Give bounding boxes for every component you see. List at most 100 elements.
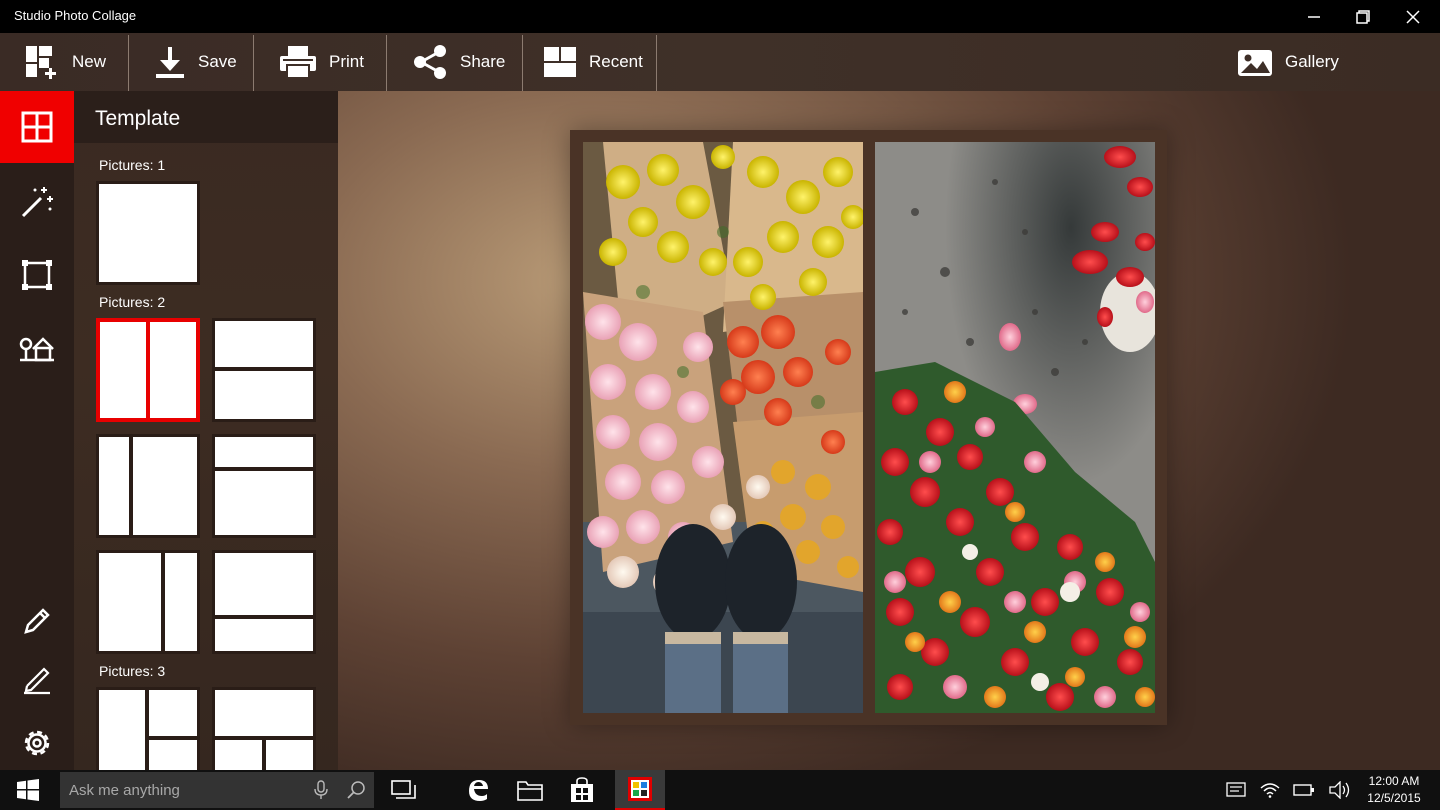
rail-frame-button[interactable]	[0, 239, 74, 311]
edge-browser-icon	[469, 780, 488, 801]
start-button[interactable]	[0, 770, 56, 810]
wifi-button[interactable]	[1256, 770, 1284, 810]
taskbar: 12:00 AM 12/5/2015	[0, 770, 1440, 810]
pencil-icon	[24, 608, 50, 634]
close-icon	[1406, 9, 1420, 24]
group-label-pictures-1: Pictures: 1	[99, 157, 166, 173]
template-cell	[100, 322, 146, 418]
action-center-button[interactable]	[1222, 770, 1250, 810]
collage-canvas	[338, 91, 1440, 770]
close-button[interactable]	[1389, 0, 1437, 33]
text-edit-icon	[24, 667, 50, 695]
print-button[interactable]: Print	[279, 33, 364, 91]
template-cell	[99, 437, 129, 535]
tool-rail	[0, 91, 74, 770]
windows-logo-icon	[17, 779, 39, 801]
photo-slot-1[interactable]	[583, 142, 863, 713]
template-thin-bottom-row[interactable]	[212, 550, 316, 654]
template-two-rows[interactable]	[212, 318, 316, 422]
rail-effects-button[interactable]	[0, 166, 74, 238]
template-cell	[99, 184, 197, 282]
template-two-columns[interactable]	[96, 318, 200, 422]
tulip-bouquets-photo	[583, 142, 863, 713]
minimize-button[interactable]	[1290, 0, 1338, 33]
photo-slot-2[interactable]	[875, 142, 1155, 713]
template-narrow-left-column[interactable]	[96, 434, 200, 538]
template-cell	[215, 471, 313, 535]
template-cell	[215, 619, 313, 651]
search-icon[interactable]	[346, 780, 366, 800]
print-label: Print	[329, 52, 364, 71]
template-cell	[266, 740, 313, 770]
template-thin-top-row[interactable]	[212, 434, 316, 538]
template-left-column-right-split[interactable]	[96, 687, 200, 770]
new-button[interactable]: New	[24, 33, 106, 91]
rail-text-button[interactable]	[0, 644, 74, 716]
template-cell	[165, 553, 197, 651]
speaker-icon	[1329, 781, 1350, 799]
restore-icon	[1356, 9, 1370, 24]
template-narrow-right-column[interactable]	[96, 550, 200, 654]
save-label: Save	[198, 52, 237, 71]
panel-header: Template	[74, 91, 338, 143]
battery-button[interactable]	[1290, 770, 1318, 810]
toolbar-divider	[522, 35, 523, 91]
taskbar-search-box[interactable]	[60, 772, 374, 808]
search-input[interactable]	[69, 781, 299, 799]
minimize-icon	[1308, 15, 1320, 18]
template-cell	[215, 437, 313, 467]
template-cell	[215, 371, 313, 419]
group-label-pictures-2: Pictures: 2	[99, 294, 166, 310]
share-icon	[414, 45, 446, 79]
magic-wand-icon	[21, 187, 53, 218]
share-label: Share	[460, 52, 506, 71]
wifi-icon	[1260, 783, 1280, 798]
microphone-icon[interactable]	[313, 780, 329, 800]
folder-icon	[517, 781, 543, 801]
frame-crop-icon	[22, 260, 52, 290]
background-scene-icon	[19, 337, 54, 362]
tulips-on-concrete-photo	[875, 142, 1155, 713]
template-cell	[133, 437, 197, 535]
clock-date: 12/5/2015	[1367, 791, 1421, 805]
new-label: New	[72, 52, 107, 71]
taskbar-edge-button[interactable]	[455, 770, 501, 810]
template-cell	[215, 740, 262, 770]
taskbar-explorer-button[interactable]	[507, 770, 553, 810]
restore-button[interactable]	[1339, 0, 1387, 33]
gallery-label: Gallery	[1285, 52, 1339, 71]
taskbar-store-button[interactable]	[559, 770, 605, 810]
panel-title: Template	[95, 107, 181, 130]
group-label-pictures-3: Pictures: 3	[99, 663, 166, 679]
save-button[interactable]: Save	[154, 33, 237, 91]
template-cell	[99, 553, 161, 651]
share-button[interactable]: Share	[412, 33, 505, 91]
template-cell	[215, 690, 313, 736]
battery-icon	[1293, 784, 1314, 796]
download-icon	[156, 47, 184, 78]
rail-template-button[interactable]	[0, 91, 74, 163]
recent-label: Recent	[589, 52, 643, 71]
recent-button[interactable]: Recent	[543, 33, 643, 91]
template-grid-icon	[21, 111, 53, 143]
task-view-button[interactable]	[381, 770, 427, 810]
app-title: Studio Photo Collage	[14, 8, 137, 23]
template-cell	[215, 321, 313, 367]
template-cell	[99, 690, 145, 770]
taskbar-photo-collage-app[interactable]	[615, 770, 665, 810]
printer-icon	[280, 46, 316, 79]
taskbar-clock[interactable]: 12:00 AM 12/5/2015	[1364, 773, 1424, 807]
rail-background-button[interactable]	[0, 312, 74, 384]
task-view-icon	[391, 780, 416, 799]
template-cell	[149, 690, 197, 736]
store-bag-icon	[571, 777, 593, 802]
toolbar-divider	[253, 35, 254, 91]
settings-gear-icon	[24, 730, 50, 756]
template-single[interactable]	[96, 181, 200, 285]
gallery-button[interactable]: Gallery	[1237, 33, 1339, 91]
rail-settings-button[interactable]	[0, 707, 74, 779]
volume-button[interactable]	[1326, 770, 1354, 810]
collage-frame	[570, 130, 1167, 725]
template-top-row-bottom-split[interactable]	[212, 687, 316, 770]
recent-collage-icon	[544, 47, 576, 77]
